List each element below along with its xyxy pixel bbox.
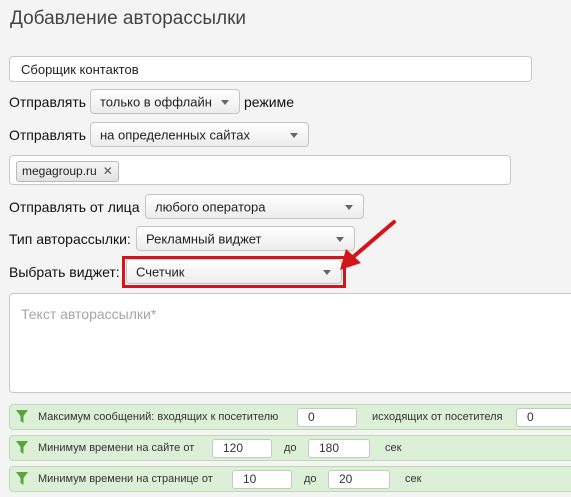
filter-funnel-icon[interactable] <box>16 472 28 486</box>
page-title: Добавление авторассылки <box>10 8 247 29</box>
message-textarea[interactable]: Текст авторассылки* <box>9 293 571 393</box>
filter-min-time-page-label: Минимум времени на странице от <box>38 473 213 485</box>
outgoing-messages-input[interactable]: 0 <box>516 408 571 427</box>
send-sites-label: Отправлять <box>9 127 87 143</box>
type-value: Рекламный виджет <box>146 231 262 246</box>
sender-label: Отправлять от лица <box>9 199 140 215</box>
type-select[interactable]: Рекламный виджет <box>136 226 355 251</box>
widget-label: Выбрать виджет: <box>9 264 120 280</box>
filter-min-time-site-label: Минимум времени на сайте от <box>38 442 195 454</box>
filter-max-messages: Максимум сообщений: входящих к посетител… <box>9 404 571 430</box>
site-tag-label: megagroup.ru <box>22 164 97 178</box>
widget-highlight-box <box>122 256 346 288</box>
page-time-unit: сек <box>405 473 422 485</box>
chevron-down-icon <box>221 99 229 105</box>
site-tag: megagroup.ru ✕ <box>16 161 119 182</box>
name-input[interactable]: Сборщик контактов <box>9 56 532 82</box>
chevron-down-icon <box>345 204 353 210</box>
page-time-to-input[interactable]: 20 <box>328 470 390 489</box>
site-time-unit: сек <box>385 442 402 454</box>
site-time-from-input[interactable]: 120 <box>212 439 272 458</box>
filter-min-time-site: Минимум времени на сайте от 120 до 180 с… <box>9 435 571 461</box>
site-time-to-label: до <box>284 442 297 454</box>
close-icon[interactable]: ✕ <box>103 164 113 178</box>
site-time-to-input[interactable]: 180 <box>308 439 370 458</box>
chevron-down-icon <box>290 132 298 138</box>
filter-funnel-icon[interactable] <box>16 410 28 424</box>
send-mode-suffix: режиме <box>244 94 295 110</box>
type-label: Тип авторассылки: <box>9 231 131 247</box>
filter-funnel-icon[interactable] <box>16 441 28 455</box>
name-input-value: Сборщик контактов <box>21 62 139 77</box>
incoming-messages-input[interactable]: 0 <box>297 408 357 427</box>
send-sites-value: на определенных сайтах <box>100 127 251 142</box>
message-placeholder: Текст авторассылки* <box>21 306 157 322</box>
filter-max-messages-label: Максимум сообщений: входящих к посетител… <box>38 411 279 423</box>
page-time-from-input[interactable]: 10 <box>232 470 292 489</box>
sites-tag-input[interactable]: megagroup.ru ✕ <box>9 155 511 185</box>
send-mode-value: только в оффлайн <box>100 94 212 109</box>
page-time-to-label: до <box>304 473 317 485</box>
send-sites-select[interactable]: на определенных сайтах <box>90 122 309 147</box>
send-mode-label: Отправлять <box>9 94 87 110</box>
sender-value: любого оператора <box>155 199 266 214</box>
annotation-arrow-icon <box>340 220 396 270</box>
outgoing-messages-label: исходящих от посетителя <box>372 411 503 423</box>
filter-min-time-page: Минимум времени на странице от 10 до 20 … <box>9 466 571 492</box>
send-mode-select[interactable]: только в оффлайн <box>90 89 240 114</box>
